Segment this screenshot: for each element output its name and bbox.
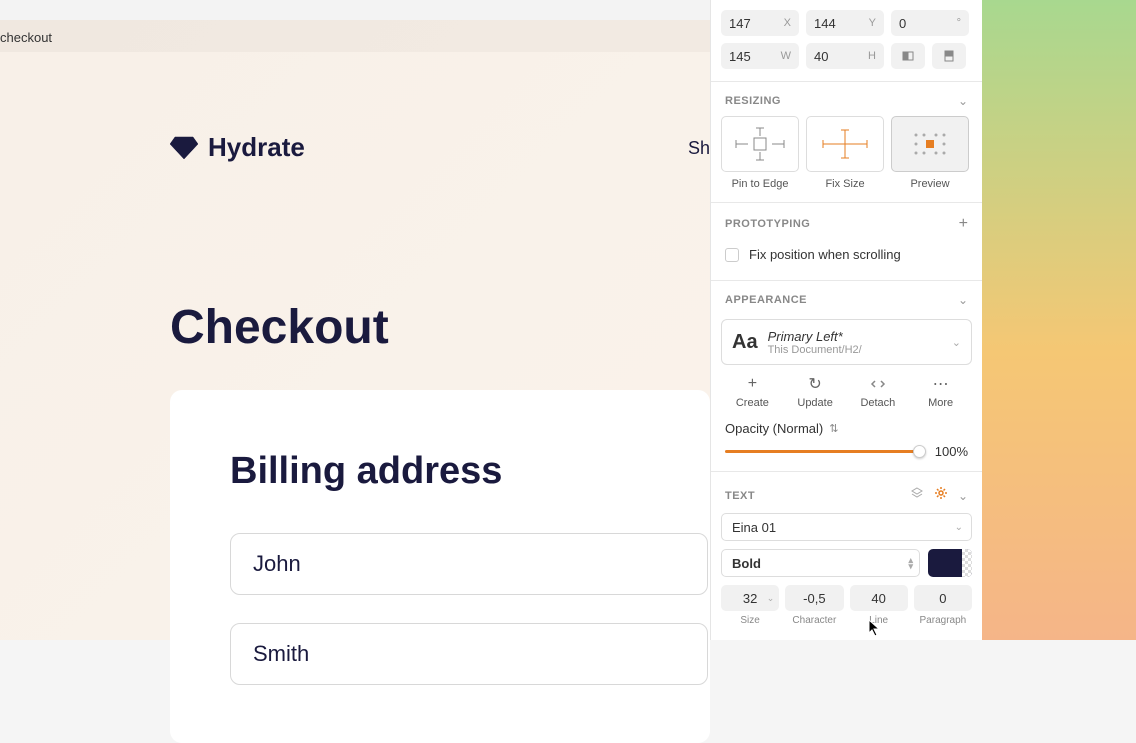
flip-vertical-icon bbox=[942, 49, 956, 63]
preview-label: Preview bbox=[891, 178, 969, 190]
opacity-label[interactable]: Opacity (Normal) bbox=[725, 421, 823, 436]
y-label: Y bbox=[869, 17, 876, 29]
preview-icon bbox=[910, 131, 950, 157]
plus-icon: + bbox=[743, 375, 761, 393]
text-section: TEXT ⌄ Eina 01 ⌄ Bold ▴▾ 32 ⌄ bbox=[711, 472, 982, 626]
text-title: TEXT bbox=[725, 490, 755, 502]
transform-section: X Y ° W H bbox=[711, 0, 982, 82]
height-input[interactable] bbox=[814, 49, 854, 64]
pin-label: Pin to Edge bbox=[721, 178, 799, 190]
opacity-slider[interactable] bbox=[725, 450, 920, 453]
nav-link-partial: Sh bbox=[688, 138, 710, 159]
pin-edge-icon bbox=[730, 124, 790, 164]
style-path: This Document/H2/ bbox=[768, 344, 862, 356]
page-title[interactable]: Checkout bbox=[170, 300, 389, 355]
gear-icon[interactable] bbox=[934, 486, 948, 505]
paragraph-spacing-field[interactable]: 0 bbox=[914, 585, 972, 611]
last-name-input[interactable]: Smith bbox=[230, 623, 708, 685]
chevron-down-icon: ⌄ bbox=[952, 336, 961, 349]
font-size-field[interactable]: 32 ⌄ bbox=[721, 585, 779, 611]
paragraph-label: Paragraph bbox=[914, 615, 972, 626]
aa-icon: Aa bbox=[732, 331, 758, 354]
rotation-label: ° bbox=[957, 17, 961, 29]
x-position-field[interactable]: X bbox=[721, 10, 799, 36]
resizing-section: RESIZING ⌄ bbox=[711, 82, 982, 203]
detach-icon bbox=[869, 375, 887, 393]
height-field[interactable]: H bbox=[806, 43, 884, 69]
fix-size-button[interactable] bbox=[806, 116, 884, 172]
tab-bar bbox=[0, 0, 710, 20]
layers-icon[interactable] bbox=[910, 486, 924, 505]
rotation-field[interactable]: ° bbox=[891, 10, 969, 36]
inspector-panel: X Y ° W H RESIZING ⌄ bbox=[710, 0, 982, 640]
fix-scroll-row[interactable]: Fix position when scrolling bbox=[711, 241, 982, 268]
flip-horizontal-button[interactable] bbox=[891, 43, 925, 69]
refresh-icon: ↻ bbox=[806, 375, 824, 393]
canvas-tab-label[interactable]: checkout bbox=[0, 30, 52, 45]
appearance-section: APPEARANCE ⌄ Aa Primary Left* This Docum… bbox=[711, 281, 982, 472]
x-input[interactable] bbox=[729, 16, 769, 31]
font-weight-dropdown[interactable]: Bold ▴▾ bbox=[721, 549, 920, 577]
resizing-title: RESIZING bbox=[725, 95, 781, 107]
artboard[interactable]: Hydrate Sh Checkout Billing address John… bbox=[0, 52, 710, 640]
chevron-down-icon[interactable]: ⌄ bbox=[958, 94, 968, 108]
fix-size-icon bbox=[815, 124, 875, 164]
create-style-button[interactable]: + Create bbox=[722, 375, 782, 409]
plus-icon[interactable]: + bbox=[959, 215, 968, 233]
style-name: Primary Left* bbox=[768, 329, 862, 344]
text-style-picker[interactable]: Aa Primary Left* This Document/H2/ ⌄ bbox=[721, 319, 972, 365]
diamond-icon bbox=[170, 136, 198, 160]
rotation-input[interactable] bbox=[899, 16, 939, 31]
form-heading[interactable]: Billing address bbox=[230, 450, 650, 493]
h-label: H bbox=[868, 50, 876, 62]
chevron-down-icon: ⌄ bbox=[955, 522, 963, 533]
chevron-down-icon[interactable]: ⌄ bbox=[958, 293, 968, 307]
width-input[interactable] bbox=[729, 49, 769, 64]
chevron-down-icon: ⌄ bbox=[767, 593, 775, 604]
character-spacing-field[interactable]: -0,5 bbox=[785, 585, 843, 611]
pin-to-edge-button[interactable] bbox=[721, 116, 799, 172]
more-style-button[interactable]: ⋯ More bbox=[911, 375, 971, 409]
stepper-icon: ▴▾ bbox=[908, 557, 913, 569]
line-label: Line bbox=[850, 615, 908, 626]
fix-scroll-checkbox[interactable] bbox=[725, 248, 739, 262]
fix-label: Fix Size bbox=[806, 178, 884, 190]
text-color-swatch[interactable] bbox=[928, 549, 972, 577]
brand-name: Hydrate bbox=[208, 132, 305, 163]
opacity-value[interactable]: 100% bbox=[930, 444, 968, 459]
detach-style-button[interactable]: Detach bbox=[848, 375, 908, 409]
opacity-stepper-icon[interactable]: ⇅ bbox=[829, 422, 838, 435]
x-label: X bbox=[784, 17, 791, 29]
more-icon: ⋯ bbox=[932, 375, 950, 393]
w-label: W bbox=[781, 50, 791, 62]
background-gradient bbox=[982, 0, 1136, 640]
update-style-button[interactable]: ↻ Update bbox=[785, 375, 845, 409]
prototyping-title: PROTOTYPING bbox=[725, 218, 810, 230]
width-field[interactable]: W bbox=[721, 43, 799, 69]
y-position-field[interactable]: Y bbox=[806, 10, 884, 36]
alpha-indicator bbox=[962, 549, 972, 577]
appearance-title: APPEARANCE bbox=[725, 294, 807, 306]
character-label: Character bbox=[785, 615, 843, 626]
y-input[interactable] bbox=[814, 16, 854, 31]
slider-thumb[interactable] bbox=[913, 445, 926, 458]
size-label: Size bbox=[721, 615, 779, 626]
flip-vertical-button[interactable] bbox=[932, 43, 966, 69]
preview-button[interactable] bbox=[891, 116, 969, 172]
font-family-dropdown[interactable]: Eina 01 ⌄ bbox=[721, 513, 972, 541]
prototyping-section: PROTOTYPING + Fix position when scrollin… bbox=[711, 203, 982, 281]
first-name-input[interactable]: John bbox=[230, 533, 708, 595]
flip-horizontal-icon bbox=[901, 49, 915, 63]
brand-logo: Hydrate bbox=[170, 132, 305, 163]
line-height-field[interactable]: 40 bbox=[850, 585, 908, 611]
fix-scroll-label: Fix position when scrolling bbox=[749, 247, 901, 262]
chevron-down-icon[interactable]: ⌄ bbox=[958, 489, 968, 503]
billing-form-card: Billing address John Smith bbox=[170, 390, 710, 743]
